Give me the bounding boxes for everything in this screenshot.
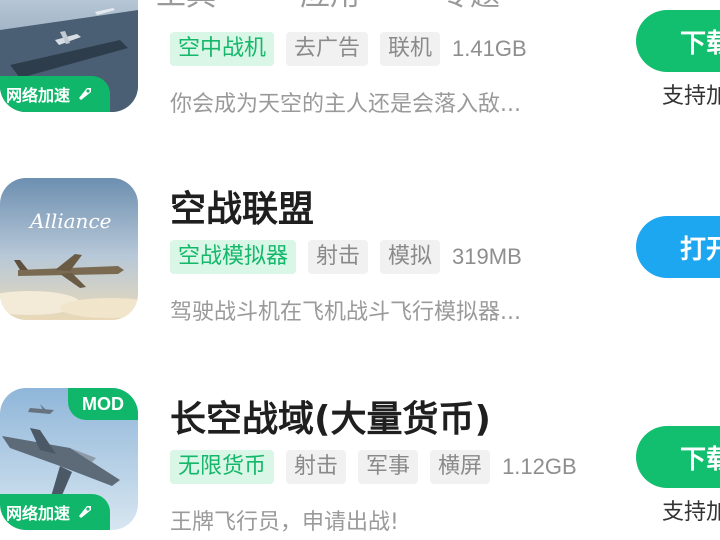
- alliance-logo-text: Alliance: [28, 209, 111, 233]
- rocket-icon: [76, 85, 94, 103]
- network-boost-badge: 网络加速: [0, 76, 110, 112]
- rocket-icon: [76, 503, 94, 521]
- tab-apps[interactable]: 应用: [300, 0, 360, 14]
- mod-badge: MOD: [68, 388, 138, 420]
- feature-tag[interactable]: 联机: [380, 32, 441, 66]
- file-size: 319MB: [452, 244, 522, 269]
- feature-tag[interactable]: 军事: [358, 450, 419, 484]
- tab-tools[interactable]: 工具: [156, 0, 216, 14]
- feature-tag[interactable]: 横屏: [430, 450, 491, 484]
- file-size: 1.41GB: [452, 36, 527, 61]
- feature-tag[interactable]: 射击: [286, 450, 347, 484]
- support-text: 支持加速: [662, 500, 720, 525]
- app-thumbnail[interactable]: Alliance: [0, 178, 138, 320]
- app-title[interactable]: 长空战域(大量货币): [170, 390, 491, 442]
- app-description: 你会成为天空的主人还是会落入敌...: [170, 92, 521, 117]
- feature-tag[interactable]: 射击: [308, 240, 369, 274]
- open-button[interactable]: 打开: [636, 216, 720, 278]
- download-button[interactable]: 下载: [636, 426, 720, 488]
- app-list-screen: 游戏 工具 应用 专题 网络加速: [0, 0, 720, 540]
- tag-list: 空中战机 去广告 联机 1.41GB: [170, 32, 527, 66]
- app-thumbnail[interactable]: 网络加速: [0, 0, 138, 112]
- download-button-label: 下载: [680, 444, 720, 475]
- feature-tag[interactable]: 去广告: [286, 32, 369, 66]
- tag-list: 空战模拟器 射击 模拟 319MB: [170, 240, 522, 274]
- acceleration-support-label: 支持加速: [662, 78, 720, 110]
- file-size: 1.12GB: [502, 454, 577, 479]
- tag-list: 无限货币 射击 军事 横屏 1.12GB: [170, 450, 577, 484]
- app-title[interactable]: 空战联盟: [170, 180, 314, 232]
- network-boost-label: 网络加速: [6, 504, 71, 523]
- feature-tag[interactable]: 模拟: [380, 240, 441, 274]
- acceleration-support-label: 支持加速: [662, 494, 720, 526]
- download-button-label: 下载: [680, 28, 720, 59]
- app-description: 王牌飞行员，申请出战!: [170, 510, 399, 535]
- app-description: 驾驶战斗机在飞机战斗飞行模拟器...: [170, 300, 521, 325]
- alliance-jet-image: Alliance: [0, 178, 138, 320]
- category-tag[interactable]: 空中战机: [170, 32, 275, 66]
- network-boost-badge: 网络加速: [0, 494, 110, 530]
- tab-topics[interactable]: 专题: [440, 0, 500, 14]
- open-button-label: 打开: [680, 234, 720, 265]
- support-text: 支持加速: [662, 84, 720, 109]
- app-thumbnail[interactable]: MOD 网络加速: [0, 388, 138, 530]
- network-boost-label: 网络加速: [6, 86, 71, 105]
- category-tag[interactable]: 无限货币: [170, 450, 275, 484]
- download-button[interactable]: 下载: [636, 10, 720, 72]
- category-tag[interactable]: 空战模拟器: [170, 240, 297, 274]
